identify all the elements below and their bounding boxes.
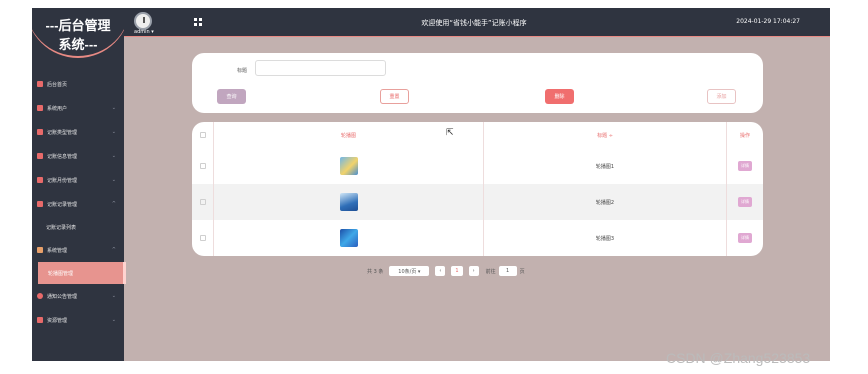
app-window: ---后台管理 系统--- 后台首页 系统用户 ⌄ 记账类型管理 ⌄ 记账信息管… (32, 8, 830, 361)
chart-icon (37, 247, 43, 253)
chevron-down-icon: ⌄ (111, 293, 116, 299)
user-menu[interactable]: admin ▾ (134, 29, 154, 35)
sidebar-item-label: 记账信息管理 (47, 153, 78, 160)
next-page-button[interactable]: › (468, 266, 479, 276)
sidebar-item-month[interactable]: 记账月份管理 ⌄ (32, 168, 124, 192)
avatar[interactable] (134, 12, 152, 30)
sidebar-subitem-record-list[interactable]: 记账记录列表 (32, 216, 124, 238)
search-label: 标题 (237, 68, 248, 74)
sidebar-item-label: 系统用户 (47, 105, 68, 112)
detail-button[interactable]: 详情 (738, 197, 752, 207)
list-icon (37, 177, 43, 183)
table-row: 轮播图1 详情 (192, 148, 763, 184)
sidebar-item-label: 记账记录管理 (47, 201, 78, 208)
sidebar-item-label: 记账类型管理 (47, 129, 78, 136)
brand-line-2: 系统--- (58, 37, 98, 52)
sidebar-item-type[interactable]: 记账类型管理 ⌄ (32, 120, 124, 144)
flag-icon (37, 317, 43, 323)
chevron-down-icon: ⌄ (111, 153, 116, 159)
pagination: 共 3 条 10条/页 ▾ ‹ 1 › 前往 1 页 (367, 265, 525, 277)
chevron-down-icon: ⌄ (111, 129, 116, 135)
table-row: 轮播图3 详情 (192, 220, 763, 256)
reset-button[interactable]: 重置 (380, 89, 409, 104)
carousel-thumbnail[interactable] (339, 157, 358, 175)
sidebar-item-info[interactable]: 记账信息管理 ⌄ (32, 144, 124, 168)
list-icon (37, 129, 43, 135)
row-checkbox[interactable] (199, 163, 206, 169)
page-unit-label: 页 (519, 268, 525, 275)
add-button[interactable]: 添加 (707, 89, 736, 104)
detail-button[interactable]: 详情 (738, 233, 752, 243)
column-header-image: 轮播图 (214, 122, 484, 148)
prev-page-button[interactable]: ‹ (435, 266, 446, 276)
brand-text: ---后台管理 系统--- (32, 16, 124, 54)
sidebar-menu: 后台首页 系统用户 ⌄ 记账类型管理 ⌄ 记账信息管理 ⌄ 记账月份管理 ⌄ 记… (32, 72, 126, 332)
row-title: 轮播图3 (484, 220, 727, 256)
goto-page-input[interactable]: 1 (498, 266, 517, 276)
table-header: 轮播图 标题 ÷ 操作 (192, 122, 763, 148)
query-button[interactable]: 查询 (217, 89, 246, 104)
sidebar-item-label: 后台首页 (47, 81, 68, 88)
current-page[interactable]: 1 (451, 266, 463, 276)
sidebar-item-users[interactable]: 系统用户 ⌄ (32, 96, 124, 120)
chevron-up-icon: ^ (111, 247, 116, 253)
chevron-down-icon: ⌄ (111, 317, 116, 323)
select-all-checkbox[interactable] (199, 132, 206, 138)
bell-icon (37, 293, 43, 299)
grid-icon[interactable] (194, 18, 202, 26)
brand-line-1: ---后台管理 (45, 18, 111, 33)
chevron-down-icon: ⌄ (111, 105, 116, 111)
column-header-title[interactable]: 标题 ÷ (484, 122, 727, 148)
carousel-thumbnail[interactable] (339, 193, 358, 211)
list-icon (37, 153, 43, 159)
home-icon (37, 81, 43, 87)
detail-button[interactable]: 详情 (738, 161, 752, 171)
table-row: 轮播图2 详情 (192, 184, 763, 220)
chevron-up-icon: ^ (111, 201, 116, 207)
row-checkbox[interactable] (199, 199, 206, 205)
row-checkbox[interactable] (199, 235, 206, 241)
sidebar-subitem-carousel[interactable]: 轮播图管理 (38, 262, 126, 284)
sidebar-item-system[interactable]: 系统管理 ^ (32, 238, 124, 262)
user-icon (37, 105, 43, 111)
delete-button[interactable]: 删除 (545, 89, 574, 104)
sidebar-item-label: 记账月份管理 (47, 177, 78, 184)
sidebar-item-label: 系统管理 (47, 247, 68, 254)
row-title: 轮播图1 (484, 148, 727, 184)
watermark: CSDN @Zhang523853 (666, 350, 811, 366)
list-icon (37, 201, 43, 207)
goto-label: 前往 (485, 268, 496, 275)
mouse-cursor-icon: ⇱ (446, 128, 454, 138)
brand: ---后台管理 系统--- (32, 8, 130, 70)
page-title: 欢迎使用“省钱小能手”记账小程序 (421, 19, 527, 27)
total-count: 共 3 条 (367, 268, 384, 275)
row-title: 轮播图2 (484, 184, 727, 220)
carousel-table: 轮播图 标题 ÷ 操作 轮播图1 详情 轮播图2 详情 轮播图3 详情 (192, 122, 763, 256)
sidebar-item-home[interactable]: 后台首页 (32, 72, 124, 96)
datetime: 2024-01-29 17:04:27 (736, 18, 800, 25)
sidebar-item-notice[interactable]: 通知公告管理 ⌄ (32, 284, 124, 308)
carousel-thumbnail[interactable] (339, 229, 358, 247)
chevron-down-icon: ⌄ (111, 177, 116, 183)
search-input[interactable] (255, 60, 386, 76)
sidebar-item-resource[interactable]: 资源管理 ⌄ (32, 308, 124, 332)
sidebar-item-label: 资源管理 (47, 317, 68, 324)
sidebar-item-record[interactable]: 记账记录管理 ^ (32, 192, 124, 216)
top-bar: admin ▾ 欢迎使用“省钱小能手”记账小程序 2024-01-29 17:0… (124, 8, 830, 37)
search-panel: 标题 查询 重置 删除 添加 (192, 53, 763, 113)
sidebar: ---后台管理 系统--- 后台首页 系统用户 ⌄ 记账类型管理 ⌄ 记账信息管… (32, 8, 130, 361)
page-size-select[interactable]: 10条/页 ▾ (389, 266, 430, 276)
column-header-action: 操作 (739, 132, 750, 139)
sidebar-item-label: 通知公告管理 (47, 293, 78, 300)
